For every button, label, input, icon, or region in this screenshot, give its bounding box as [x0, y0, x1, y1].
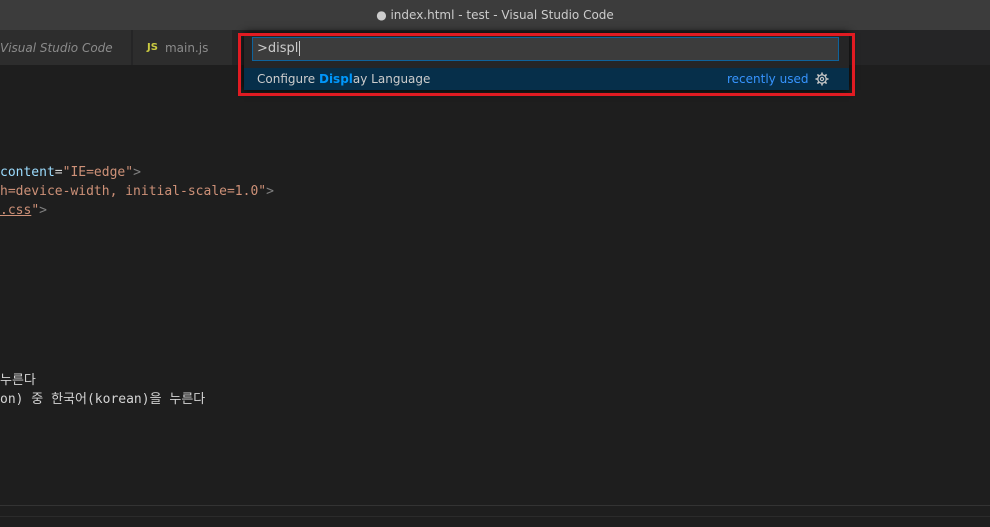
tab-main-js-label: main.js [164, 40, 209, 55]
divider [0, 516, 990, 517]
title-bar: ● index.html - test - Visual Studio Code [0, 0, 990, 30]
tab-main-js[interactable]: JS main.js [133, 30, 233, 65]
code-editor[interactable]: content="IE=edge"> h=device-width, initi… [0, 65, 990, 505]
tab-welcome-label: Visual Studio Code [0, 40, 113, 55]
code-line: h=device-width, initial-scale=1.0"> [0, 184, 274, 199]
code-line: content="IE=edge"> [0, 165, 141, 180]
code-line: .css"> [0, 203, 47, 218]
window-title: ● index.html - test - Visual Studio Code [376, 8, 614, 22]
tab-welcome[interactable]: Visual Studio Code [0, 30, 132, 65]
code-line: 누른다 [0, 373, 36, 388]
code-line: on) 중 한국어(korean)을 누른다 [0, 392, 206, 407]
highlight-annotation-box [238, 33, 855, 96]
panel-border [0, 505, 990, 527]
javascript-file-icon: JS [147, 42, 158, 53]
